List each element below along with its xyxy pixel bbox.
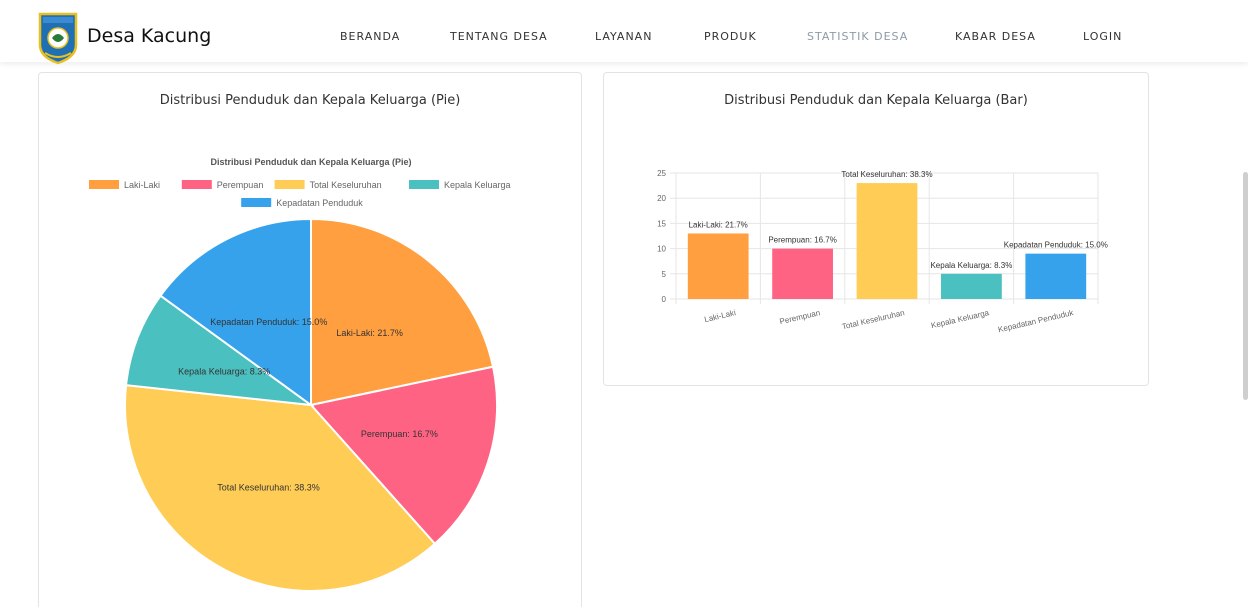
nav-kabar-desa[interactable]: KABAR DESA bbox=[955, 30, 1036, 43]
pie-legend-swatch[interactable] bbox=[409, 180, 439, 189]
bar-x-tick-label: Kepadatan Penduduk bbox=[997, 308, 1075, 334]
bar-x-tick-label: Laki-Laki bbox=[703, 308, 736, 324]
bar-y-tick-label: 10 bbox=[657, 245, 666, 254]
pie-slice-label: Perempuan: 16.7% bbox=[361, 429, 438, 439]
bar-y-tick-label: 5 bbox=[662, 270, 667, 279]
bar-value-label: Laki-Laki: 21.7% bbox=[689, 220, 748, 229]
bar-y-tick-label: 15 bbox=[657, 219, 666, 228]
bar[interactable] bbox=[687, 233, 749, 299]
bar-y-tick-label: 20 bbox=[657, 194, 666, 203]
nav-statistik-desa[interactable]: STATISTIK DESA bbox=[807, 30, 908, 43]
bar-value-label: Kepadatan Penduduk: 15.0% bbox=[1004, 241, 1108, 250]
nav-login[interactable]: LOGIN bbox=[1083, 30, 1122, 43]
pie-legend-label[interactable]: Laki-Laki bbox=[124, 180, 160, 190]
bar-x-tick-label: Kepala Keluarga bbox=[930, 308, 990, 330]
pie-legend-swatch[interactable] bbox=[274, 180, 305, 189]
pie-chart-card: Distribusi Penduduk dan Kepala Keluarga … bbox=[38, 72, 582, 607]
pie-slice-label: Kepadatan Penduduk: 15.0% bbox=[210, 317, 327, 327]
bar-y-tick-label: 0 bbox=[662, 295, 667, 304]
pie-slice-label: Total Keseluruhan: 38.3% bbox=[217, 483, 320, 493]
bar[interactable] bbox=[772, 248, 833, 299]
pie-slice-label: Laki-Laki: 21.7% bbox=[336, 328, 403, 338]
pie-legend-label[interactable]: Perempuan bbox=[217, 180, 264, 190]
bar-chart: 0 5 10 15 20 25 Laki-Laki: 21.7% Perempuan: 16… bbox=[657, 169, 1108, 334]
bar[interactable] bbox=[1025, 253, 1087, 299]
pie-legend-swatch[interactable] bbox=[89, 180, 119, 189]
nav-produk[interactable]: PRODUK bbox=[704, 30, 757, 43]
bar-value-label: Perempuan: 16.7% bbox=[768, 236, 837, 245]
nav-layanan[interactable]: LAYANAN bbox=[595, 30, 652, 43]
pie-legend-label[interactable]: Total Keseluruhan bbox=[310, 180, 382, 190]
brand-name: Desa Kacung bbox=[87, 25, 212, 47]
village-emblem-icon bbox=[38, 12, 78, 65]
bar-value-label: Kepala Keluarga: 8.3% bbox=[930, 261, 1012, 270]
pie-chart-title: Distribusi Penduduk dan Kepala Keluarga … bbox=[210, 157, 411, 167]
pie-legend-label[interactable]: Kepadatan Penduduk bbox=[276, 198, 363, 208]
bar[interactable] bbox=[856, 183, 918, 299]
bar-x-tick-label: Perempuan bbox=[779, 308, 821, 326]
bar-y-tick-label: 25 bbox=[657, 169, 666, 178]
pie-chart: Distribusi Penduduk dan Kepala Keluarga … bbox=[89, 157, 511, 592]
pie-legend-label[interactable]: Kepala Keluarga bbox=[444, 180, 511, 190]
bar-x-tick-label: Total Keseluruhan bbox=[841, 308, 905, 331]
pie-slice-label: Kepala Keluarga: 8.3% bbox=[178, 367, 270, 377]
navbar: Desa Kacung BERANDA TENTANG DESA LAYANAN… bbox=[0, 0, 1248, 65]
bar[interactable] bbox=[941, 273, 1002, 299]
brand[interactable]: Desa Kacung bbox=[37, 11, 211, 65]
bar-value-label: Total Keseluruhan: 38.3% bbox=[841, 170, 932, 179]
nav-beranda[interactable]: BERANDA bbox=[340, 30, 400, 43]
pie-legend-swatch[interactable] bbox=[181, 180, 212, 189]
nav-tentang-desa[interactable]: TENTANG DESA bbox=[450, 30, 548, 43]
bar-chart-card: Distribusi Penduduk dan Kepala Keluarga … bbox=[603, 72, 1149, 386]
page-scrollbar[interactable] bbox=[1243, 172, 1248, 400]
pie-legend-swatch[interactable] bbox=[241, 198, 272, 207]
